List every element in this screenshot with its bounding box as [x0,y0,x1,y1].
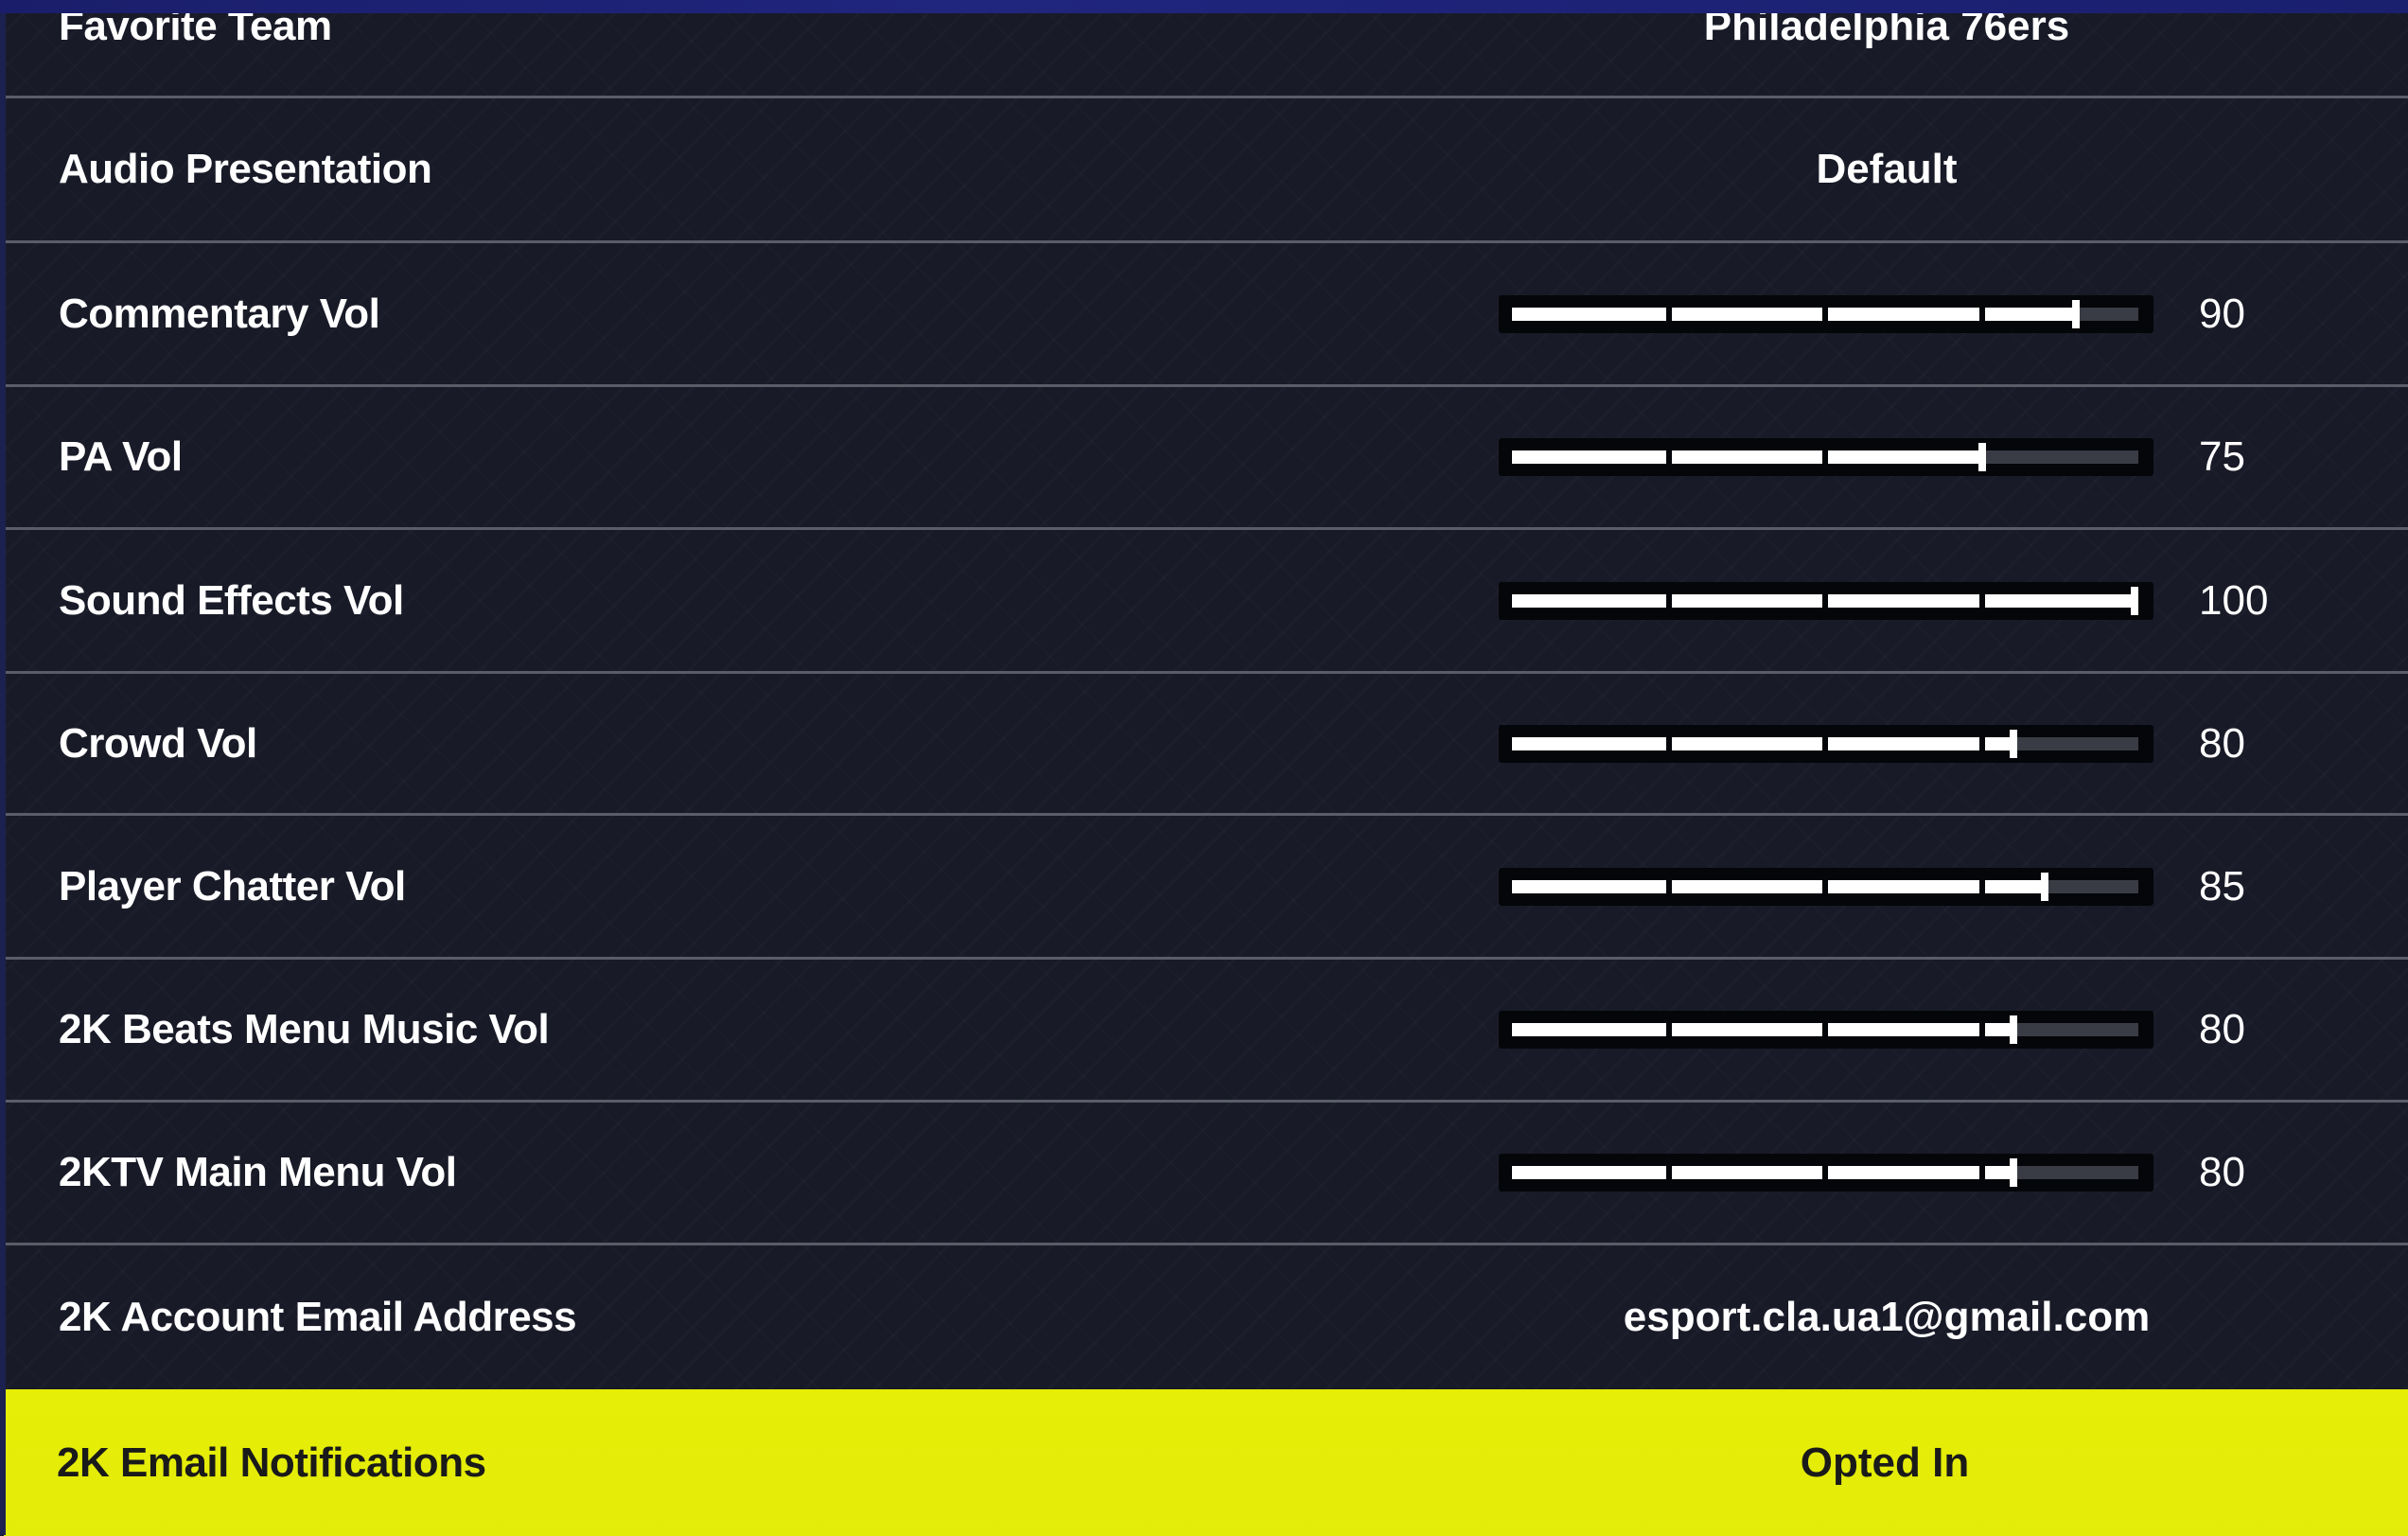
volume-slider[interactable] [1499,724,2153,763]
slider-value: 80 [2199,1006,2245,1052]
slider-track [1512,1158,2138,1187]
setting-row-favorite-team[interactable]: Favorite Team Philadelphia 76ers [6,0,2408,98]
slider-segment-divider [1822,305,1828,323]
slider-value: 80 [2199,719,2245,767]
setting-label: 2K Email Notifications [57,1439,486,1486]
setting-label: PA Vol [59,433,183,480]
setting-row-sound-effects-vol[interactable]: Sound Effects Vol 100 [6,530,2408,674]
setting-row-audio-presentation[interactable]: Audio Presentation Default [6,98,2408,243]
slider-segment-divider [1822,449,1828,466]
slider-segment-divider [1666,305,1672,323]
slider-fill [1512,736,2013,750]
slider-segment-divider [1666,877,1672,895]
slider-segment-divider [1979,734,1985,752]
setting-row-2k-account-email[interactable]: 2K Account Email Address esport.cla.ua1@… [6,1245,2408,1389]
setting-label: Commentary Vol [59,290,380,337]
slider-segment-divider [1822,591,1828,609]
setting-value: Default [1816,146,1958,192]
slider-value: 75 [2199,433,2245,480]
slider-segment-divider [1666,591,1672,609]
slider-segment-divider [1822,877,1828,895]
setting-value: Opted In [1800,1439,1970,1486]
volume-slider[interactable] [1499,438,2153,476]
volume-slider[interactable] [1499,294,2153,333]
setting-row-2ktv-main-menu-vol[interactable]: 2KTV Main Menu Vol 80 [6,1103,2408,1245]
setting-label: 2K Beats Menu Music Vol [59,1006,550,1052]
volume-slider[interactable] [1499,1011,2153,1049]
settings-panel: Favorite Team Philadelphia 76ers Audio P… [0,0,2408,1536]
slider-segment-divider [1979,305,1985,323]
setting-label: 2KTV Main Menu Vol [59,1149,457,1195]
slider-segment-divider [1666,1021,1672,1038]
slider-handle[interactable] [2072,299,2080,328]
slider-handle[interactable] [2010,1015,2017,1044]
left-accent-edge [0,0,6,1535]
setting-row-commentary-vol[interactable]: Commentary Vol 90 [6,243,2408,387]
slider-value: 90 [2199,290,2245,337]
setting-label: Audio Presentation [59,146,432,192]
slider-segment-divider [1979,1021,1985,1038]
slider-handle[interactable] [2010,729,2017,758]
slider-track [1512,443,2138,471]
volume-slider[interactable] [1499,581,2153,620]
volume-slider[interactable] [1499,867,2153,906]
slider-value: 80 [2199,1149,2245,1195]
slider-track [1512,1015,2138,1044]
slider-handle[interactable] [2131,586,2138,615]
slider-handle[interactable] [2010,1158,2017,1187]
setting-row-player-chatter-vol[interactable]: Player Chatter Vol 85 [6,816,2408,960]
slider-fill [1512,307,2076,321]
slider-fill [1512,1023,2013,1036]
setting-row-crowd-vol[interactable]: Crowd Vol 80 [6,674,2408,816]
slider-segment-divider [1979,591,1985,609]
slider-track [1512,729,2138,758]
setting-label: Player Chatter Vol [59,862,406,909]
slider-value: 100 [2199,576,2269,624]
slider-segment-divider [1822,1164,1828,1181]
slider-fill [1512,1166,2013,1179]
slider-segment-divider [1666,1164,1672,1181]
volume-slider[interactable] [1499,1154,2153,1192]
slider-segment-divider [1666,449,1672,466]
setting-label: 2K Account Email Address [59,1294,577,1340]
slider-fill [1512,450,1982,464]
slider-value: 85 [2199,862,2245,909]
setting-value: esport.cla.ua1@gmail.com [1623,1294,2151,1340]
slider-handle[interactable] [1978,443,1986,471]
setting-row-pa-vol[interactable]: PA Vol 75 [6,387,2408,530]
slider-handle[interactable] [2041,872,2048,901]
slider-segment-divider [1666,734,1672,752]
slider-track [1512,586,2138,615]
slider-segment-divider [1979,1164,1985,1181]
slider-segment-divider [1822,734,1828,752]
setting-row-2k-email-notifications[interactable]: 2K Email Notifications Opted In [4,1389,2408,1536]
slider-segment-divider [1979,877,1985,895]
setting-label: Crowd Vol [59,719,257,767]
slider-fill [1512,879,2045,893]
slider-segment-divider [1822,1021,1828,1038]
slider-track [1512,299,2138,328]
setting-label: Sound Effects Vol [59,576,404,624]
setting-row-2k-beats-menu-music-vol[interactable]: 2K Beats Menu Music Vol 80 [6,960,2408,1103]
slider-track [1512,872,2138,901]
top-accent-bar [0,0,2408,13]
